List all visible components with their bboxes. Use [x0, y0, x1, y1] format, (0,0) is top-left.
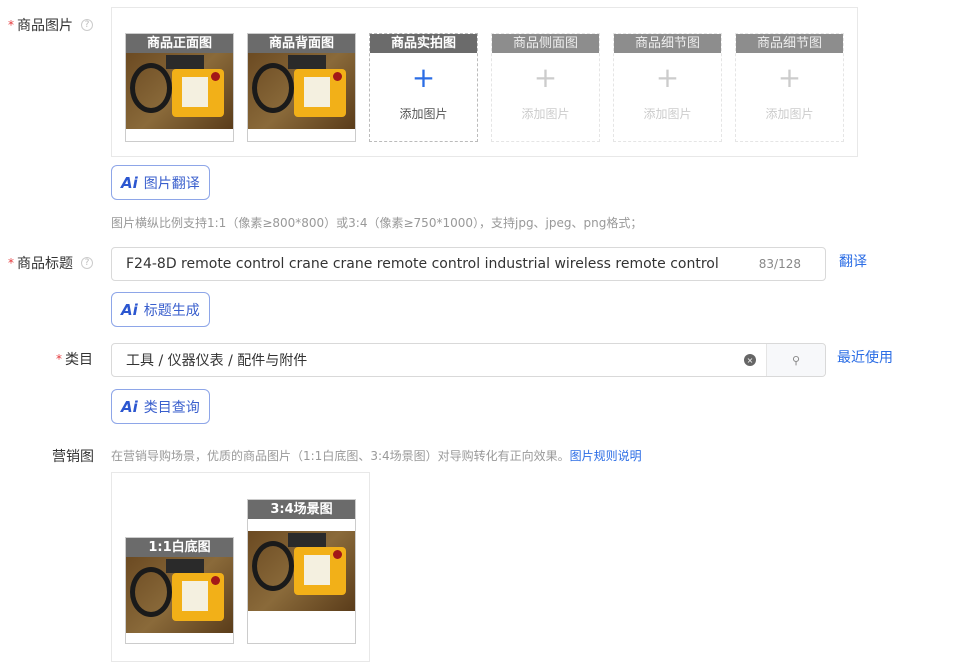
marketing-slot-1-1[interactable]: 1:1白底图	[125, 537, 234, 644]
search-icon: ⚲	[791, 353, 801, 367]
clear-icon[interactable]: ×	[744, 354, 756, 366]
image-slot-back[interactable]: 商品背面图	[247, 33, 356, 142]
plus-icon: +	[533, 61, 558, 94]
image-rules-link[interactable]: 图片规则说明	[570, 449, 642, 463]
product-photo	[126, 53, 233, 129]
category-input[interactable]: 工具 / 仪器仪表 / 配件与附件 × ⚲	[111, 343, 826, 377]
title-input[interactable]: F24-8D remote control crane crane remote…	[111, 247, 826, 281]
title-counter: 83/128	[758, 257, 801, 271]
help-icon[interactable]: ?	[81, 257, 93, 269]
image-slot-real[interactable]: 商品实拍图 + 添加图片	[369, 33, 478, 142]
ai-icon: Ai	[121, 397, 138, 416]
help-icon[interactable]: ?	[81, 19, 93, 31]
title-label: * 商品标题?	[8, 253, 93, 273]
product-photo	[126, 557, 233, 633]
plus-icon: +	[655, 61, 680, 94]
image-slot-detail-1[interactable]: 商品细节图 + 添加图片	[613, 33, 722, 142]
ai-icon: Ai	[121, 300, 138, 319]
ai-icon: Ai	[121, 173, 138, 192]
image-translate-button[interactable]: Ai 图片翻译	[111, 165, 210, 200]
plus-icon: +	[777, 61, 802, 94]
image-slot-front[interactable]: 商品正面图	[125, 33, 234, 142]
marketing-hint: 在营销导购场景，优质的商品图片（1:1白底图、3:4场景图）对导购转化有正向效果…	[111, 449, 642, 463]
product-photo	[248, 531, 355, 611]
recent-used-link[interactable]: 最近使用	[837, 347, 893, 367]
marketing-label: 营销图	[52, 449, 94, 465]
category-query-button[interactable]: Ai 类目查询	[111, 389, 210, 424]
title-generate-button[interactable]: Ai 标题生成	[111, 292, 210, 327]
search-button[interactable]: ⚲	[766, 344, 825, 376]
marketing-slot-3-4[interactable]: 3:4场景图	[247, 499, 356, 644]
image-slot-detail-2[interactable]: 商品细节图 + 添加图片	[735, 33, 844, 142]
translate-link[interactable]: 翻译	[839, 251, 867, 271]
plus-icon: +	[411, 61, 436, 94]
category-label: * 类目	[56, 352, 93, 368]
images-label: * 商品图片?	[8, 15, 93, 35]
product-photo	[248, 53, 355, 129]
images-hint: 图片横纵比例支持1:1（像素≥800*800）或3:4（像素≥750*1000）…	[111, 216, 643, 230]
image-slot-side[interactable]: 商品侧面图 + 添加图片	[491, 33, 600, 142]
